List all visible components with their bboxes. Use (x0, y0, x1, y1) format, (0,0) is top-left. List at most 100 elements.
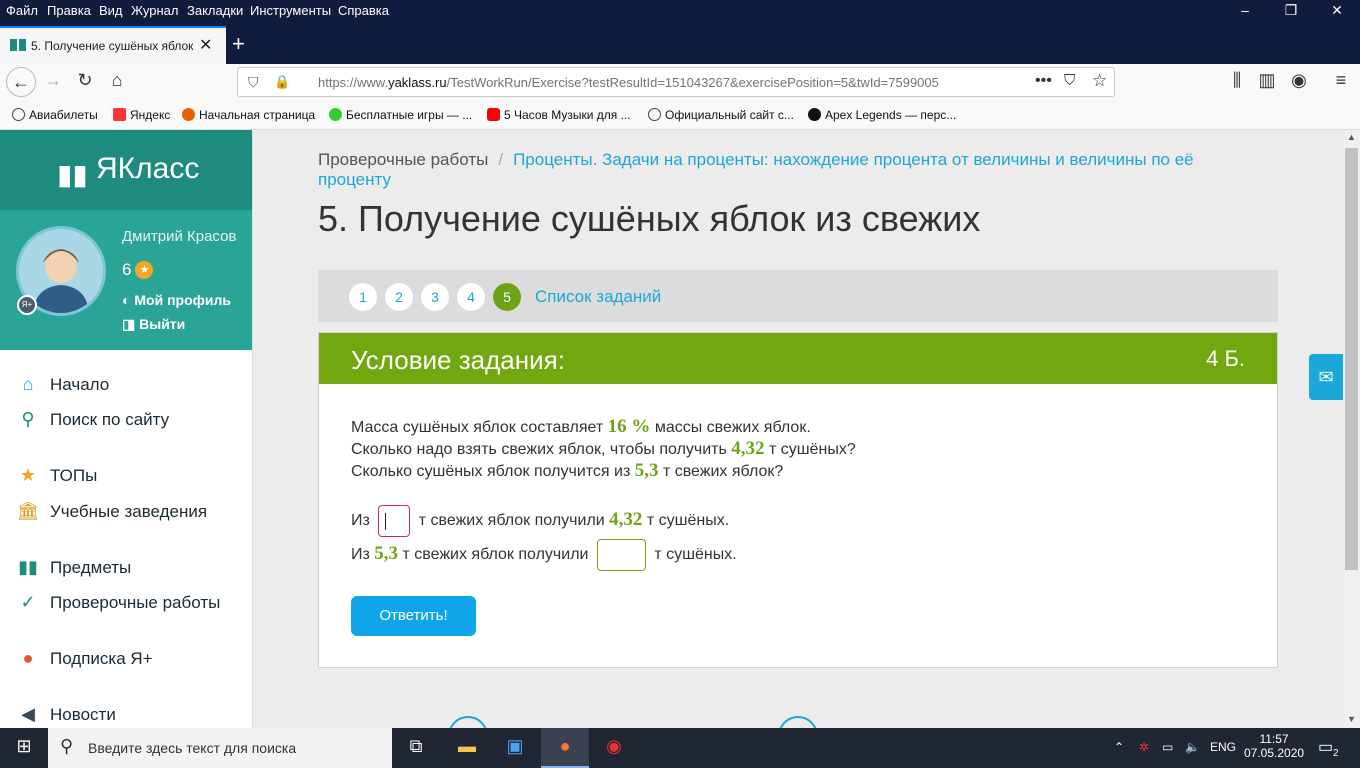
firefox-icon: ● (559, 736, 571, 756)
taskbar-search[interactable]: ⚲ Введите здесь текст для поиска (48, 728, 392, 768)
bookmark-start-page[interactable]: Начальная страница (182, 108, 315, 122)
clock-time: 11:57 (1259, 732, 1289, 746)
bookmark-yandex[interactable]: Яндекс (113, 108, 170, 122)
user-name[interactable]: Дмитрий Красов (122, 228, 236, 245)
bookmark-official-site[interactable]: Официальный сайт с... (648, 108, 794, 122)
page-scrollbar[interactable]: ▲ ▼ (1343, 130, 1360, 728)
pocket-icon[interactable]: ⛉ (1064, 72, 1075, 89)
step-4[interactable]: 4 (457, 283, 485, 311)
notifications-icon[interactable]: ▭ (1318, 737, 1333, 757)
sidebar-item-subjects[interactable]: ▮▮ Предметы (16, 557, 131, 578)
home-icon[interactable]: ⌂ (104, 70, 130, 94)
clock-date: 07.05.2020 (1244, 746, 1305, 760)
breadcrumb-tests[interactable]: Проверочные работы (318, 150, 488, 169)
scroll-down-icon[interactable]: ▼ (1347, 714, 1356, 724)
tray-app-icon[interactable]: ✲ (1139, 740, 1149, 754)
clock[interactable]: 11:57 07.05.2020 (1244, 732, 1304, 760)
scroll-up-icon[interactable]: ▲ (1347, 132, 1356, 142)
youtube-icon (487, 108, 500, 121)
menu-view[interactable]: Вид (99, 3, 123, 18)
home-icon: ⌂ (22, 374, 34, 394)
language-indicator[interactable]: ENG (1210, 740, 1236, 754)
store-icon[interactable]: ▣ (503, 736, 527, 760)
reload-icon[interactable]: ↻ (72, 70, 98, 94)
institution-icon: 🏛 (16, 501, 40, 521)
book-icon: ▮▮ (18, 557, 38, 577)
search-icon: ⚲ (60, 736, 74, 756)
bookmark-apex[interactable]: Apex Legends — перс... (808, 108, 956, 122)
back-icon[interactable]: ← (6, 67, 36, 97)
volume-icon[interactable]: 🔈 (1185, 740, 1200, 754)
forward-icon[interactable]: → (40, 70, 66, 94)
menu-file[interactable]: Файл (6, 3, 38, 18)
bookmark-music[interactable]: 5 Часов Музыки для ... (487, 108, 631, 122)
my-profile-link[interactable]: ◐ Мой профиль (122, 292, 231, 308)
windows-start-icon[interactable]: ⊞ (12, 736, 36, 760)
network-icon[interactable]: ▭ (1162, 740, 1173, 754)
close-window-icon[interactable]: ✕ (1322, 2, 1352, 19)
tab-title: 5. Получение сушёных яблок из свежих (31, 39, 193, 53)
sidebar-item-tops[interactable]: ★ ТОПы (16, 465, 97, 486)
xbox-icon (329, 108, 342, 121)
firefox-taskbar-button[interactable]: ● (541, 728, 589, 768)
sidebar-item-subscription[interactable]: ● Подписка Я+ (16, 648, 153, 669)
fresh-apples-input[interactable] (378, 505, 411, 537)
tray-chevron-icon[interactable]: ⌃ (1114, 740, 1124, 754)
scrollbar-thumb[interactable] (1345, 148, 1358, 570)
menu-tools[interactable]: Инструменты (250, 3, 331, 18)
file-explorer-icon[interactable]: ▬ (455, 736, 479, 760)
more-actions-icon[interactable]: ••• (1035, 72, 1052, 90)
bottom-nav-circle-right[interactable] (778, 716, 818, 728)
step-5[interactable]: 5 (493, 283, 521, 311)
megaphone-icon: ◀ (21, 704, 35, 724)
library-icon[interactable]: ⫼ (1224, 70, 1250, 94)
new-tab-icon[interactable]: + (232, 31, 245, 57)
lock-icon[interactable]: 🔒 (274, 74, 290, 90)
task-list-link[interactable]: Список заданий (535, 287, 661, 307)
step-1[interactable]: 1 (349, 283, 377, 311)
windows-taskbar: ⊞ ⚲ Введите здесь текст для поиска ⧉ ▬ ▣… (0, 728, 1360, 768)
firefox-icon (182, 108, 195, 121)
condition-line-2: Сколько надо взять свежих яблок, чтобы п… (351, 438, 856, 459)
ea-icon (808, 108, 821, 121)
yaklass-logo[interactable]: ▮▮ ЯКласс (0, 130, 252, 210)
close-tab-icon[interactable]: ✕ (199, 35, 212, 55)
logout-link[interactable]: ◨ Выйти (122, 316, 185, 333)
star-icon: ★ (19, 465, 37, 485)
hamburger-menu-icon[interactable]: ≡ (1328, 70, 1354, 94)
bookmark-aviabilety[interactable]: Авиабилеты (12, 108, 98, 122)
step-3[interactable]: 3 (421, 283, 449, 311)
browser-tab[interactable]: 5. Получение сушёных яблок из свежих ✕ (0, 26, 226, 64)
step-2[interactable]: 2 (385, 283, 413, 311)
bottom-nav-circle-left[interactable] (448, 716, 488, 728)
account-icon[interactable]: ◉ (1286, 70, 1312, 94)
globe-icon (648, 108, 661, 121)
url-bar[interactable]: ⛉ 🔒 https://www.yaklass.ru/TestWorkRun/E… (237, 67, 1115, 97)
menu-history[interactable]: Журнал (131, 3, 178, 18)
menu-bookmarks[interactable]: Закладки (187, 3, 243, 18)
task-view-icon[interactable]: ⧉ (404, 736, 428, 760)
submit-answer-button[interactable]: Ответить! (351, 596, 476, 636)
menu-edit[interactable]: Правка (47, 3, 91, 18)
sidebar-item-news[interactable]: ◀ Новости (16, 704, 116, 725)
taskbar-search-placeholder: Введите здесь текст для поиска (88, 740, 297, 756)
bookmark-star-icon[interactable]: ☆ (1092, 71, 1107, 91)
minimize-icon[interactable]: – (1230, 2, 1260, 18)
app-icon[interactable]: ◉ (602, 736, 626, 760)
sidebar-item-schools[interactable]: 🏛 Учебные заведения (16, 501, 208, 522)
breadcrumb: Проверочные работы / Проценты. Задачи на п… (318, 150, 1194, 189)
sidebar-item-tests[interactable]: ✓ Проверочные работы (16, 592, 220, 613)
check-circle-icon: ✓ (20, 592, 36, 612)
feedback-mail-icon[interactable]: ✉ (1309, 354, 1343, 400)
main-content: Проверочные работы / Проценты. Задачи на п… (253, 130, 1343, 728)
bookmark-free-games[interactable]: Бесплатные игры — ... (329, 108, 472, 122)
shield-icon[interactable]: ⛉ (248, 74, 259, 91)
sidebar-item-search[interactable]: ⚲ Поиск по сайту (16, 409, 169, 430)
open-book-icon: ▮▮ (57, 159, 88, 190)
user-score: 6 ★ (122, 260, 154, 280)
restore-icon[interactable]: ❐ (1276, 2, 1306, 19)
sidebar-icon[interactable]: ▥ (1254, 70, 1280, 94)
menu-help[interactable]: Справка (338, 3, 389, 18)
sidebar-item-home[interactable]: ⌂ Начало (16, 374, 110, 395)
dried-apples-input[interactable] (596, 539, 646, 571)
